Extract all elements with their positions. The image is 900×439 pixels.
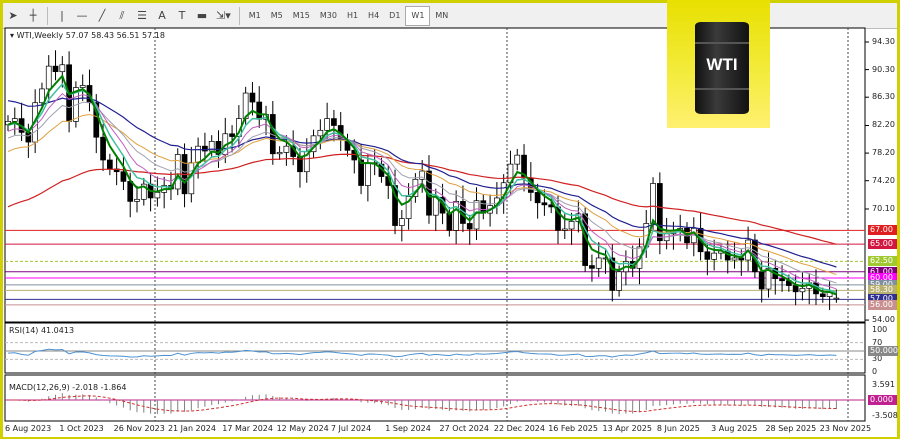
time-axis-label: 7 Jul 2024	[330, 424, 372, 433]
candle-body	[283, 145, 290, 153]
price-level-label: 62.50	[868, 256, 897, 267]
price-level-label: 56.00	[868, 299, 897, 310]
candle-body	[39, 88, 45, 104]
candle-body	[154, 192, 161, 199]
price-axis-label: 90.30	[872, 64, 895, 74]
candle-body	[120, 171, 127, 182]
time-axis-label: 1 Sep 2024	[385, 424, 431, 433]
time-axis-label: 3 Aug 2025	[711, 424, 758, 433]
candle-body	[229, 133, 235, 137]
low-value: 56.51	[116, 31, 140, 40]
symbol-name: WTI,Weekly	[16, 31, 64, 40]
price-level-label: 67.00	[868, 225, 897, 236]
rsi-axis-label: 0	[872, 367, 878, 376]
rsi-current-label: 50.000	[868, 346, 898, 356]
candle-body	[106, 159, 113, 170]
candle-body	[324, 118, 330, 131]
time-axis-label: 1 Oct 2023	[59, 424, 104, 433]
candle-body	[758, 271, 765, 290]
candle-body	[453, 201, 459, 231]
macd-panel	[4, 374, 866, 422]
candle-body	[317, 129, 324, 137]
candle-body	[541, 202, 548, 206]
candle-body	[568, 221, 575, 230]
time-axis-label: 21 Jan 2024	[167, 424, 216, 433]
candle-body	[616, 271, 622, 291]
price-axis-label: 86.30	[872, 92, 895, 102]
price-axis-label: 70.10	[872, 203, 895, 213]
candle-body	[799, 287, 806, 293]
candle-body	[534, 192, 541, 204]
candle-body	[331, 118, 337, 126]
oil-barrel-icon: WTI	[695, 22, 749, 114]
candle-body	[819, 293, 826, 297]
candle-body	[595, 257, 602, 269]
candle-body	[833, 297, 840, 300]
logo-text: WTI	[706, 55, 738, 74]
time-axis-label: 13 Apr 2025	[602, 424, 652, 433]
price-axis-label: 94.30	[872, 37, 895, 46]
macd-label: MACD(12,26,9) -2.018 -1.864	[9, 383, 127, 392]
candle-body	[174, 154, 181, 190]
candle-body	[59, 64, 66, 73]
time-axis-label: 22 Dec 2024	[493, 424, 545, 433]
time-axis-label: 16 Feb 2025	[548, 424, 598, 433]
time-axis-label: 28 Sep 2025	[765, 424, 817, 433]
candle-body	[365, 162, 371, 186]
candle-body	[779, 278, 785, 282]
candle-body	[195, 145, 201, 164]
candle-body	[704, 251, 711, 260]
candle-body	[256, 101, 263, 120]
price-axis-label: 78.20	[872, 148, 895, 158]
candle-body	[249, 92, 256, 103]
close-value: 57.18	[142, 31, 165, 40]
rsi-axis-label: 100	[872, 325, 888, 334]
candle-body	[731, 257, 738, 261]
time-axis-label: 23 Nov 2025	[819, 424, 872, 433]
time-axis-label: 27 Oct 2024	[439, 424, 490, 433]
price-axis-label: 74.20	[872, 175, 895, 185]
candle-body	[711, 252, 718, 260]
rsi-panel	[4, 322, 866, 374]
candle-body	[432, 196, 439, 216]
price-axis-label: 82.20	[872, 120, 895, 130]
candle-body	[45, 65, 52, 90]
candle-body	[79, 85, 86, 88]
candle-body	[134, 198, 140, 202]
candle-body	[589, 265, 595, 269]
candle-body	[11, 118, 18, 122]
candle-body	[650, 183, 656, 224]
macd-zero-label: 0.000	[868, 395, 897, 405]
rsi-label: RSI(14) 41.0413	[9, 326, 75, 335]
candle-body	[609, 257, 616, 291]
high-value: 58.43	[91, 31, 115, 40]
symbol-header: ▾ WTI,Weekly 57.07 58.43 56.51 57.18	[10, 31, 165, 40]
candle-body	[792, 285, 799, 293]
candle-body	[398, 218, 405, 226]
candle-body	[514, 154, 521, 165]
candle-body	[276, 152, 283, 155]
candle-body	[127, 181, 134, 202]
open-value: 57.07	[65, 31, 89, 40]
candle-body	[52, 65, 59, 73]
time-axis-label: 12 May 2024	[276, 424, 329, 433]
candle-body	[446, 212, 453, 231]
price-level-label: 65.00	[868, 239, 897, 250]
time-axis-label: 17 Mar 2024	[222, 424, 273, 433]
candle-body	[100, 136, 106, 161]
candle-body	[202, 145, 208, 152]
candle-body	[466, 223, 473, 230]
macd-axis-max: 3.591	[872, 380, 895, 389]
price-axis-label: 54.00	[872, 315, 895, 325]
time-axis-label: 26 Nov 2023	[113, 424, 165, 433]
time-axis-label: 6 Aug 2023	[5, 424, 52, 433]
wti-logo: WTI	[667, 0, 770, 128]
candle-body	[561, 228, 568, 231]
macd-axis-min: -3.508	[872, 411, 898, 420]
time-axis-label: 8 Jun 2025	[656, 424, 700, 433]
